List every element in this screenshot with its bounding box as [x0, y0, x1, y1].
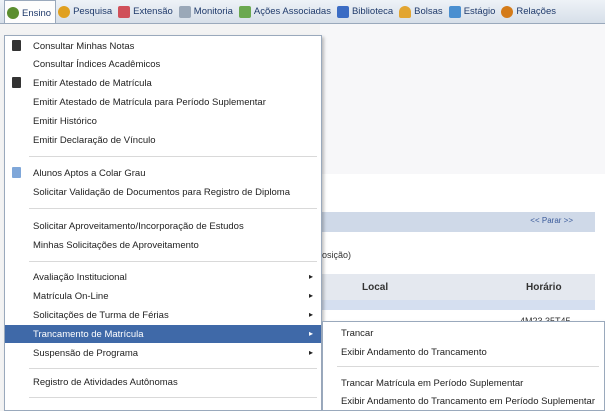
column-header-local: Local: [362, 282, 389, 293]
menu-item-label: Solicitações de Turma de Férias: [33, 309, 169, 321]
submenu-arrow-icon: ▸: [308, 329, 313, 338]
menu-item-label: Avaliação Institucional: [33, 271, 127, 283]
top-menubar: Ensino Pesquisa Extensão Monitoria Ações…: [0, 0, 605, 24]
menu-separator: [29, 368, 317, 369]
menu-label: Monitoria: [193, 6, 233, 17]
menu-item-turma-ferias[interactable]: Solicitações de Turma de Férias ▸: [5, 306, 321, 324]
menu-separator: [29, 208, 317, 209]
menu-separator: [29, 397, 317, 398]
ensino-dropdown: Consultar Minhas Notas Consultar Índices…: [4, 35, 322, 411]
menu-item-label: Exibir Andamento do Trancamento em Perío…: [341, 395, 596, 407]
panel-header-bar: << Parar >>: [320, 212, 595, 232]
menu-label: Relações: [516, 6, 556, 17]
submenu-item-trancar-suplementar[interactable]: Trancar Matrícula em Período Suplementar: [323, 374, 605, 392]
menu-separator: [29, 261, 317, 262]
menu-item-label: Emitir Histórico: [33, 115, 97, 127]
menu-separator: [29, 156, 317, 157]
menu-item-label: Exibir Andamento do Trancamento: [341, 346, 487, 358]
menu-relacoes[interactable]: Relações: [499, 0, 560, 23]
extensao-icon: [118, 5, 131, 18]
submenu-item-trancar[interactable]: Trancar: [323, 324, 605, 342]
menu-label: Biblioteca: [351, 6, 394, 17]
table-header: Local Horário: [320, 274, 595, 300]
trancamento-submenu: Trancar Exibir Andamento do Trancamento …: [322, 321, 605, 411]
submenu-arrow-icon: ▸: [308, 291, 313, 300]
menu-item-label: Trancar Matrícula em Período Suplementar: [341, 377, 524, 389]
submenu-item-andamento-suplementar[interactable]: Exibir Andamento do Trancamento em Perío…: [323, 392, 605, 410]
menu-monitoria[interactable]: Monitoria: [177, 0, 237, 23]
bolsas-icon: [399, 5, 412, 18]
menu-bolsas[interactable]: Bolsas: [397, 0, 447, 23]
menu-estagio[interactable]: Estágio: [447, 0, 500, 23]
menu-item-trancamento-matricula[interactable]: Trancamento de Matrícula ▸: [5, 325, 321, 343]
menu-item-solicitar-aproveitamento[interactable]: Solicitar Aproveitamento/Incorporação de…: [5, 217, 321, 235]
menu-item-label: Registro de Atividades Autônomas: [33, 376, 178, 388]
ensino-icon: [7, 7, 19, 19]
document-icon: [12, 77, 21, 88]
menu-label: Estágio: [463, 6, 496, 17]
menu-item-historico[interactable]: Emitir Histórico: [5, 112, 321, 130]
acoes-associadas-icon: [238, 5, 251, 18]
relacoes-icon: [501, 5, 514, 18]
menu-label: Extensão: [133, 6, 173, 17]
menu-item-label: Emitir Atestado de Matrícula para Períod…: [33, 96, 266, 108]
menu-item-label: Matrícula On-Line: [33, 290, 109, 302]
estagio-icon: [448, 5, 461, 18]
menu-item-label: Suspensão de Programa: [33, 347, 139, 359]
menu-item-minhas-solicitacoes[interactable]: Minhas Solicitações de Aproveitamento: [5, 236, 321, 254]
menu-item-label: Solicitar Validação de Documentos para R…: [33, 186, 290, 198]
menu-label: Pesquisa: [73, 6, 113, 17]
menu-label: Ensino: [22, 7, 52, 19]
document-icon: [12, 40, 21, 51]
menu-item-label: Consultar Minhas Notas: [33, 40, 135, 52]
menu-item-avaliacao-institucional[interactable]: Avaliação Institucional ▸: [5, 268, 321, 286]
submenu-item-andamento-trancamento[interactable]: Exibir Andamento do Trancamento: [323, 343, 605, 361]
content-top-area: [320, 24, 605, 174]
menu-item-suspensao-programa[interactable]: Suspensão de Programa ▸: [5, 344, 321, 362]
menu-item-matricula-online[interactable]: Matrícula On-Line ▸: [5, 287, 321, 305]
menu-item-label: Trancamento de Matrícula: [33, 328, 144, 340]
menu-item-validacao-documentos[interactable]: Solicitar Validação de Documentos para R…: [5, 183, 321, 201]
menu-separator: [337, 366, 599, 367]
menu-pesquisa[interactable]: Pesquisa: [56, 0, 116, 23]
parar-link[interactable]: << Parar >>: [530, 216, 573, 225]
table-subheader-bar: [320, 300, 595, 310]
monitoria-icon: [178, 5, 191, 18]
menu-item-label: Emitir Atestado de Matrícula: [33, 77, 152, 89]
submenu-arrow-icon: ▸: [308, 272, 313, 281]
menu-item-label: Minhas Solicitações de Aproveitamento: [33, 239, 199, 251]
menu-acoes-associadas[interactable]: Ações Associadas: [237, 0, 335, 23]
menu-item-label: Alunos Aptos a Colar Grau: [33, 167, 146, 179]
menu-ensino[interactable]: Ensino: [4, 0, 57, 23]
menu-item-label: Emitir Declaração de Vínculo: [33, 134, 156, 146]
menu-item-label: Consultar Índices Acadêmicos: [33, 58, 161, 70]
submenu-arrow-icon: ▸: [308, 348, 313, 357]
menu-item-label: Trancar: [341, 327, 374, 339]
column-header-horario: Horário: [526, 282, 562, 293]
menu-item-declaracao-vinculo[interactable]: Emitir Declaração de Vínculo: [5, 131, 321, 149]
menu-item-aptos-colar-grau[interactable]: Alunos Aptos a Colar Grau: [5, 164, 321, 182]
menu-item-consultar-notas[interactable]: Consultar Minhas Notas: [5, 37, 321, 55]
menu-item-label: Solicitar Aproveitamento/Incorporação de…: [33, 220, 244, 232]
menu-item-atestado-suplementar[interactable]: Emitir Atestado de Matrícula para Períod…: [5, 93, 321, 111]
menu-biblioteca[interactable]: Biblioteca: [335, 0, 397, 23]
menu-item-atividades-autonomas[interactable]: Registro de Atividades Autônomas: [5, 373, 321, 391]
position-text: osição): [322, 250, 352, 260]
menu-label: Bolsas: [414, 6, 443, 17]
submenu-arrow-icon: ▸: [308, 310, 313, 319]
menu-item-consultar-indices[interactable]: Consultar Índices Acadêmicos: [5, 55, 321, 73]
biblioteca-icon: [336, 5, 349, 18]
certificate-icon: [12, 167, 21, 178]
menu-extensao[interactable]: Extensão: [116, 0, 177, 23]
pesquisa-icon: [58, 5, 71, 18]
menu-label: Ações Associadas: [253, 6, 331, 17]
menu-item-atestado-matricula[interactable]: Emitir Atestado de Matrícula: [5, 74, 321, 92]
